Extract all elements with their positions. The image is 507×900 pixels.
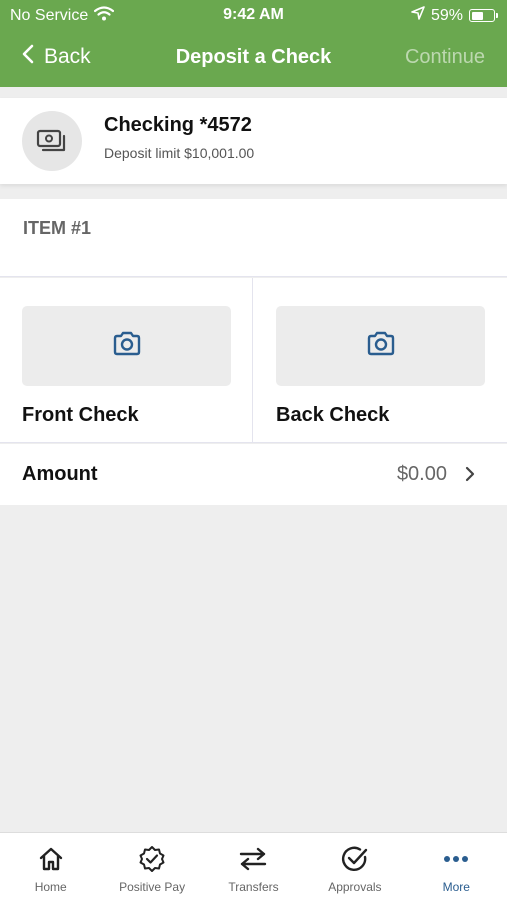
amount-value: $0.00 — [396, 463, 447, 485]
tab-approvals[interactable]: Approvals — [304, 833, 405, 900]
battery-fill — [471, 11, 484, 20]
cash-icon — [22, 111, 82, 171]
front-check-section: Front Check — [0, 278, 253, 443]
deposit-limit: Deposit limit $10,001.00 — [104, 145, 255, 161]
back-check-section: Back Check — [254, 278, 507, 443]
continue-button[interactable]: Continue — [405, 46, 485, 69]
chevron-right-icon — [465, 466, 475, 487]
account-name: Checking *4572 — [104, 114, 252, 136]
battery-icon — [469, 9, 498, 22]
app-header: No Service 9:42 AM 59% Back Deposit a Ch… — [0, 0, 507, 87]
front-check-label: Front Check — [22, 404, 139, 426]
tab-label: Positive Pay — [119, 880, 186, 894]
back-button[interactable]: Back — [22, 44, 91, 70]
back-check-label: Back Check — [276, 404, 390, 426]
tab-label: Transfers — [228, 880, 279, 894]
nav-bar: Back Deposit a Check Continue — [0, 38, 507, 78]
amount-row[interactable]: Amount $0.00 — [0, 444, 507, 505]
home-icon — [0, 845, 101, 873]
front-check-capture-button[interactable] — [22, 306, 231, 386]
camera-icon — [112, 331, 142, 362]
tab-home[interactable]: Home — [0, 833, 101, 900]
camera-icon — [366, 331, 396, 362]
transfer-arrows-icon — [203, 845, 304, 873]
amount-label: Amount — [22, 463, 98, 485]
tab-label: Home — [34, 880, 67, 894]
more-dots-icon — [406, 845, 507, 873]
tab-label: Approvals — [328, 880, 382, 894]
check-images-row: Front Check Back Check — [0, 278, 507, 443]
tab-bar: Home Positive Pay Transfers Approvals Mo… — [0, 832, 507, 900]
location-arrow-icon — [411, 6, 425, 25]
check-circle-icon — [304, 845, 405, 873]
back-check-capture-button[interactable] — [276, 306, 485, 386]
status-right: 59% — [411, 6, 498, 25]
chevron-left-icon — [22, 44, 34, 70]
back-label: Back — [44, 45, 91, 68]
account-selector[interactable]: Checking *4572 Deposit limit $10,001.00 — [0, 98, 507, 184]
tab-transfers[interactable]: Transfers — [203, 833, 304, 900]
tab-label: More — [442, 880, 470, 894]
badge-check-icon — [101, 845, 202, 873]
tab-more[interactable]: More — [406, 833, 507, 900]
item-header: ITEM #1 — [0, 199, 507, 277]
tab-positive-pay[interactable]: Positive Pay — [101, 833, 202, 900]
battery-percent: 59% — [430, 6, 463, 24]
item-label: ITEM #1 — [23, 218, 92, 238]
status-bar: No Service 9:42 AM 59% — [0, 0, 507, 30]
